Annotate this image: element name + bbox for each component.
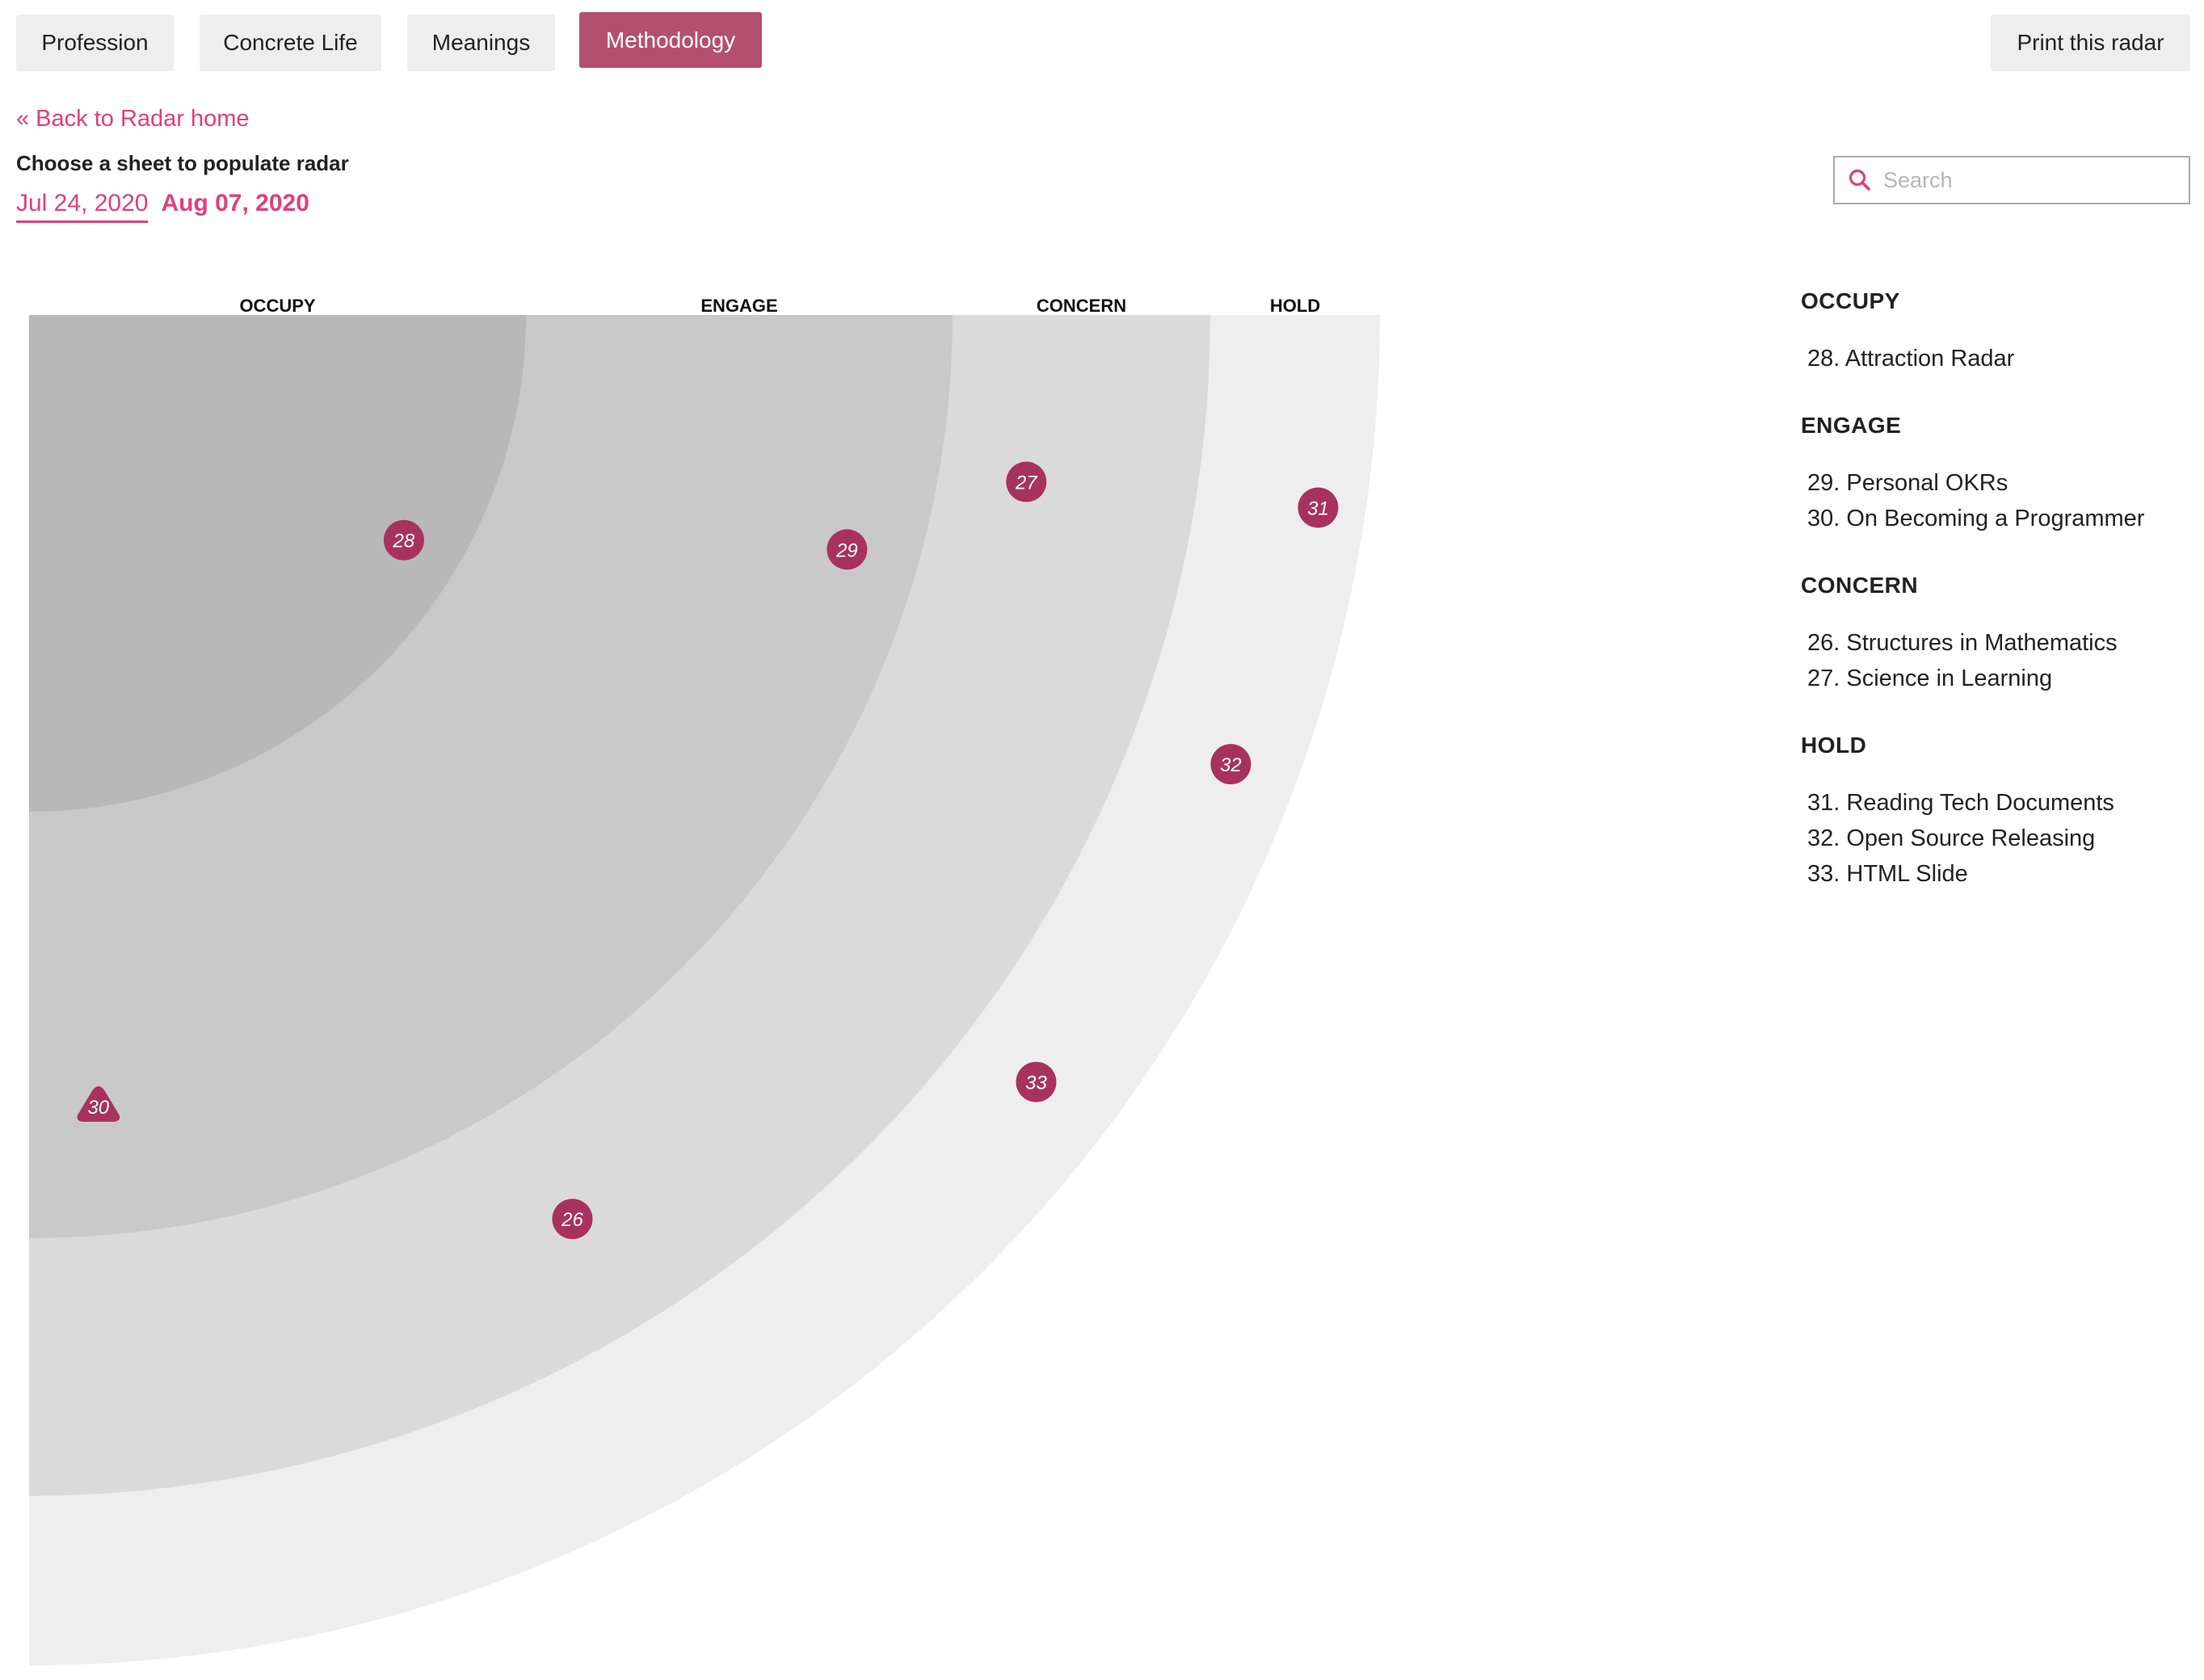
ring-label-engage: ENGAGE <box>700 296 777 316</box>
blip-number: 30 <box>87 1097 109 1119</box>
blip-28[interactable]: 28Attraction Radar <box>383 519 424 561</box>
legend-list-hold: 31. Reading Tech Documents 32. Open Sourc… <box>1807 785 2189 892</box>
legend-item[interactable]: 27. Science in Learning <box>1807 661 2189 696</box>
blip-33[interactable]: 33HTML Slide <box>1016 1061 1057 1102</box>
ring-label-hold: HOLD <box>1270 296 1320 316</box>
search-icon <box>1849 169 1870 191</box>
legend-item[interactable]: 33. HTML Slide <box>1807 856 2189 892</box>
radar-chart: OCCUPY ENGAGE CONCERN HOLD 28Attraction Rad… <box>29 296 1380 1665</box>
blip-31[interactable]: 31Reading Tech Documents <box>1298 487 1339 528</box>
blip-number: 31 <box>1307 498 1329 519</box>
legend-heading-concern: CONCERN <box>1801 573 1919 598</box>
legend-heading-occupy: OCCUPY <box>1801 288 1900 313</box>
legend-item[interactable]: 31. Reading Tech Documents <box>1807 785 2189 821</box>
legend-item[interactable]: 28. Attraction Radar <box>1807 341 2189 376</box>
legend-list-concern: 26. Structures in Mathematics 27. Science… <box>1807 625 2189 696</box>
legend-item[interactable]: 26. Structures in Mathematics <box>1807 625 2189 661</box>
ring-label-occupy: OCCUPY <box>239 296 315 316</box>
blip-number: 28 <box>393 531 415 552</box>
blip-26[interactable]: 26Structures in Mathematics <box>552 1199 593 1240</box>
legend-item[interactable]: 29. Personal OKRs <box>1807 465 2189 501</box>
blip-29[interactable]: 29Personal OKRs <box>826 529 868 570</box>
ring-label-concern: CONCERN <box>1037 296 1126 316</box>
legend-heading-engage: ENGAGE <box>1801 413 1902 438</box>
legend-list-occupy: 28. Attraction Radar <box>1807 341 2189 376</box>
blip-number: 29 <box>835 540 858 561</box>
search-input[interactable] <box>1882 166 2176 194</box>
legend-item[interactable]: 30. On Becoming a Programmer <box>1807 501 2189 536</box>
legend-list-engage: 29. Personal OKRs 30. On Becoming a Progr… <box>1807 465 2189 536</box>
print-radar-button[interactable]: Print this radar <box>1991 15 2190 71</box>
blip-number: 33 <box>1025 1073 1047 1094</box>
blip-number: 32 <box>1220 754 1242 776</box>
search-box <box>1833 156 2190 204</box>
legend-item[interactable]: 32. Open Source Releasing <box>1807 821 2189 856</box>
blip-number: 27 <box>1015 472 1038 494</box>
legend-heading-hold: HOLD <box>1801 733 1867 758</box>
blip-number: 26 <box>561 1209 583 1231</box>
blip-27[interactable]: 27Science in Learning <box>1006 461 1047 502</box>
radar-rings <box>29 315 1380 1665</box>
blip-32[interactable]: 32Open Source Releasing <box>1210 744 1251 785</box>
radar-ring-labels: OCCUPY ENGAGE CONCERN HOLD <box>239 296 1320 316</box>
blip-legend-sidebar: OCCUPY 28. Attraction Radar ENGAGE 29. Pers… <box>1801 284 2189 924</box>
